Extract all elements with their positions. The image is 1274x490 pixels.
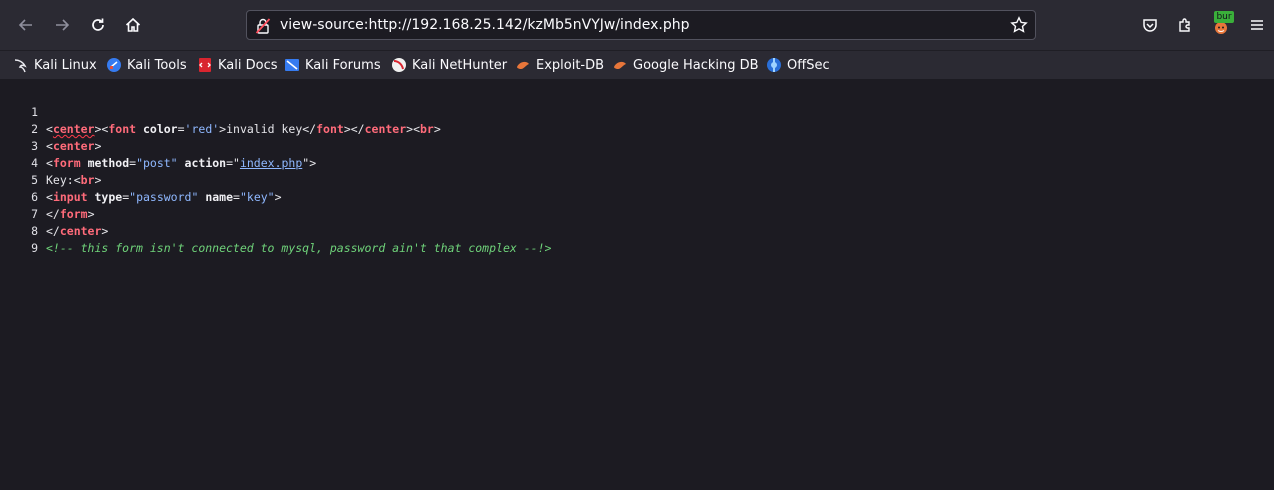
attribute-value: "key" <box>239 190 275 204</box>
home-icon <box>125 17 141 32</box>
source-line: 9 <box>0 223 38 255</box>
offsec-icon <box>767 58 781 72</box>
line-number: 9 <box>31 241 38 255</box>
forward-button[interactable] <box>46 9 78 41</box>
html-comment: <!-- this form isn't connected to mysql,… <box>46 241 552 255</box>
source-line: 6 </form> <box>0 172 94 221</box>
bookmark-kali-docs[interactable]: Kali Docs <box>197 55 278 75</box>
pocket-button[interactable] <box>1134 9 1166 41</box>
browser-toolbar: view-source:http://192.168.25.142/kzMb5n… <box>0 0 1274 51</box>
line-number: 1 <box>31 105 38 119</box>
pocket-icon <box>1143 19 1157 32</box>
kali-tools-icon <box>107 58 121 72</box>
bookmark-offsec[interactable]: OffSec <box>766 55 830 75</box>
home-button[interactable] <box>117 9 149 41</box>
tag-name: font <box>316 122 344 136</box>
attribute-name: color <box>142 122 178 136</box>
attribute-name: name <box>205 190 234 204</box>
ghdb-icon <box>614 61 626 69</box>
kali-forums-icon <box>285 59 299 71</box>
line-number: 3 <box>31 139 38 153</box>
line-number: 2 <box>31 122 38 136</box>
bookmark-kali-forums[interactable]: Kali Forums <box>284 55 381 75</box>
view-source-content: 1 <center><font color='red'>invalid key<… <box>0 79 1274 490</box>
insecure-lock-icon[interactable] <box>255 17 271 39</box>
bookmark-kali-linux[interactable]: Kali Linux <box>13 55 97 75</box>
puzzle-icon <box>1179 18 1190 32</box>
url-text[interactable]: view-source:http://192.168.25.142/kzMb5n… <box>280 17 689 33</box>
tag-name: form <box>59 207 88 221</box>
line-number: 5 <box>31 173 38 187</box>
attribute-name: type <box>94 190 123 204</box>
source-line: 3 <form method="post" action="index.php"… <box>0 121 316 170</box>
source-line: 7 </center> <box>0 189 108 238</box>
tag-name: br <box>80 173 95 187</box>
source-line: 2 <center> <box>0 104 101 153</box>
tag-name: center <box>364 122 407 136</box>
kali-nethunter-icon <box>392 58 406 72</box>
line-number: 8 <box>31 224 38 238</box>
reload-button[interactable] <box>82 9 114 41</box>
source-line: 8 <!-- this form isn't connected to mysq… <box>0 206 551 255</box>
tag-name: center <box>52 122 95 136</box>
bookmark-exploit-db[interactable]: Exploit-DB <box>515 55 604 75</box>
back-button[interactable] <box>10 9 42 41</box>
attribute-name: method <box>87 156 130 170</box>
line-number: 7 <box>31 207 38 221</box>
source-link-index-php[interactable]: index.php <box>240 156 302 170</box>
bookmark-kali-nethunter[interactable]: Kali NetHunter <box>391 55 507 75</box>
app-menu-button[interactable] <box>1241 9 1273 41</box>
attribute-name: action <box>184 156 227 170</box>
bookmark-star-icon[interactable] <box>1010 16 1028 38</box>
url-bar[interactable]: view-source:http://192.168.25.142/kzMb5n… <box>246 10 1036 40</box>
exploitdb-icon <box>517 61 529 69</box>
attribute-value: 'red' <box>184 122 220 136</box>
bookmarks-toolbar: Kali Linux Kali Tools Kali Docs Kali For… <box>0 51 1274 80</box>
source-line: 1 <center><font color='red'>invalid key<… <box>0 87 441 136</box>
attribute-value: "password" <box>129 190 199 204</box>
tag-name: font <box>108 122 137 136</box>
kali-dragon-icon <box>14 59 27 73</box>
back-arrow-icon <box>18 19 32 31</box>
tag-name: br <box>420 122 434 136</box>
tag-name: center <box>52 139 95 153</box>
line-number: 4 <box>31 156 38 170</box>
tag-name: center <box>59 224 102 238</box>
kali-docs-icon <box>199 58 211 72</box>
burp-badge: bur <box>1214 11 1234 23</box>
attribute-value: "post" <box>136 156 178 170</box>
tag-name: form <box>52 156 81 170</box>
bookmark-google-hacking-db[interactable]: Google Hacking DB <box>612 55 759 75</box>
bookmark-kali-tools[interactable]: Kali Tools <box>106 55 187 75</box>
hamburger-menu-icon <box>1251 20 1263 30</box>
forward-arrow-icon <box>56 19 70 31</box>
source-line: 4 Key:<br> <box>0 138 101 187</box>
extensions-button[interactable] <box>1169 9 1201 41</box>
source-line: 5 <input type="password" name="key"> <box>0 155 281 204</box>
reload-icon <box>92 18 104 31</box>
line-number: 6 <box>31 190 38 204</box>
tag-name: input <box>52 190 88 204</box>
